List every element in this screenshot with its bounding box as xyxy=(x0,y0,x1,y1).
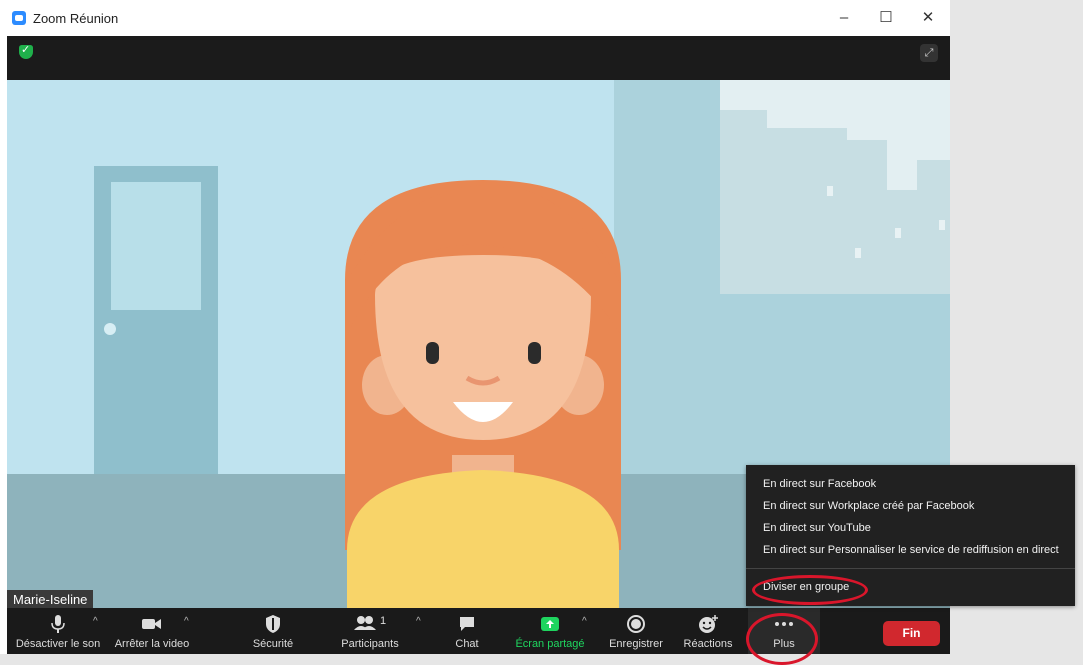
stop-video-button[interactable]: Arrêter la video xyxy=(110,608,194,654)
encryption-shield-icon[interactable] xyxy=(19,43,33,59)
video-options-chevron-icon[interactable]: ^ xyxy=(184,616,189,627)
chat-label: Chat xyxy=(455,638,479,650)
record-label: Enregistrer xyxy=(609,638,663,650)
end-meeting-button[interactable]: Fin xyxy=(883,621,940,646)
participant-name-label: Marie-Iseline xyxy=(7,590,94,609)
menu-divider xyxy=(746,568,1075,569)
meeting-top-bar: ⤢ xyxy=(7,36,950,80)
mute-button[interactable]: Désactiver le son xyxy=(7,608,109,654)
highlight-ring-breakout xyxy=(752,575,868,605)
camera-icon xyxy=(110,614,194,634)
participants-options-chevron-icon[interactable]: ^ xyxy=(416,616,421,627)
shield-icon xyxy=(233,614,313,634)
reactions-button[interactable]: Réactions xyxy=(680,608,736,654)
maximize-button[interactable]: ☐ xyxy=(872,6,900,30)
chat-button[interactable]: Chat xyxy=(443,608,491,654)
audio-options-chevron-icon[interactable]: ^ xyxy=(93,616,98,627)
menu-item-live-workplace[interactable]: En direct sur Workplace créé par Faceboo… xyxy=(763,500,974,512)
participants-label: Participants xyxy=(341,638,399,650)
menu-item-live-youtube[interactable]: En direct sur YouTube xyxy=(763,522,871,534)
participants-count: 1 xyxy=(380,615,386,627)
reactions-label: Réactions xyxy=(683,638,733,650)
security-label: Sécurité xyxy=(252,638,294,650)
menu-item-live-facebook[interactable]: En direct sur Facebook xyxy=(763,478,876,490)
share-screen-label: Écran partagé xyxy=(515,638,585,650)
highlight-ring-more xyxy=(746,613,818,665)
record-icon xyxy=(603,614,669,634)
share-screen-button[interactable]: Écran partagé xyxy=(513,608,587,654)
share-options-chevron-icon[interactable]: ^ xyxy=(582,616,587,627)
chat-icon xyxy=(443,614,491,634)
participants-icon: 1 xyxy=(327,614,413,634)
close-button[interactable]: ✕ xyxy=(914,6,942,30)
menu-item-live-custom[interactable]: En direct sur Personnaliser le service d… xyxy=(763,544,1059,556)
minimize-button[interactable]: – xyxy=(830,6,858,30)
window-title: Zoom Réunion xyxy=(33,11,119,26)
security-button[interactable]: Sécurité xyxy=(233,608,313,654)
mute-label: Désactiver le son xyxy=(15,638,101,650)
record-button[interactable]: Enregistrer xyxy=(603,608,669,654)
fullscreen-icon[interactable]: ⤢ xyxy=(920,44,938,62)
title-bar: Zoom Réunion – ☐ ✕ xyxy=(0,0,950,36)
participants-button[interactable]: 1 Participants xyxy=(327,608,413,654)
stop-video-label: Arrêter la video xyxy=(114,638,190,650)
share-screen-icon xyxy=(513,614,587,634)
zoom-logo-icon xyxy=(12,11,26,25)
emoji-plus-icon xyxy=(680,614,736,634)
